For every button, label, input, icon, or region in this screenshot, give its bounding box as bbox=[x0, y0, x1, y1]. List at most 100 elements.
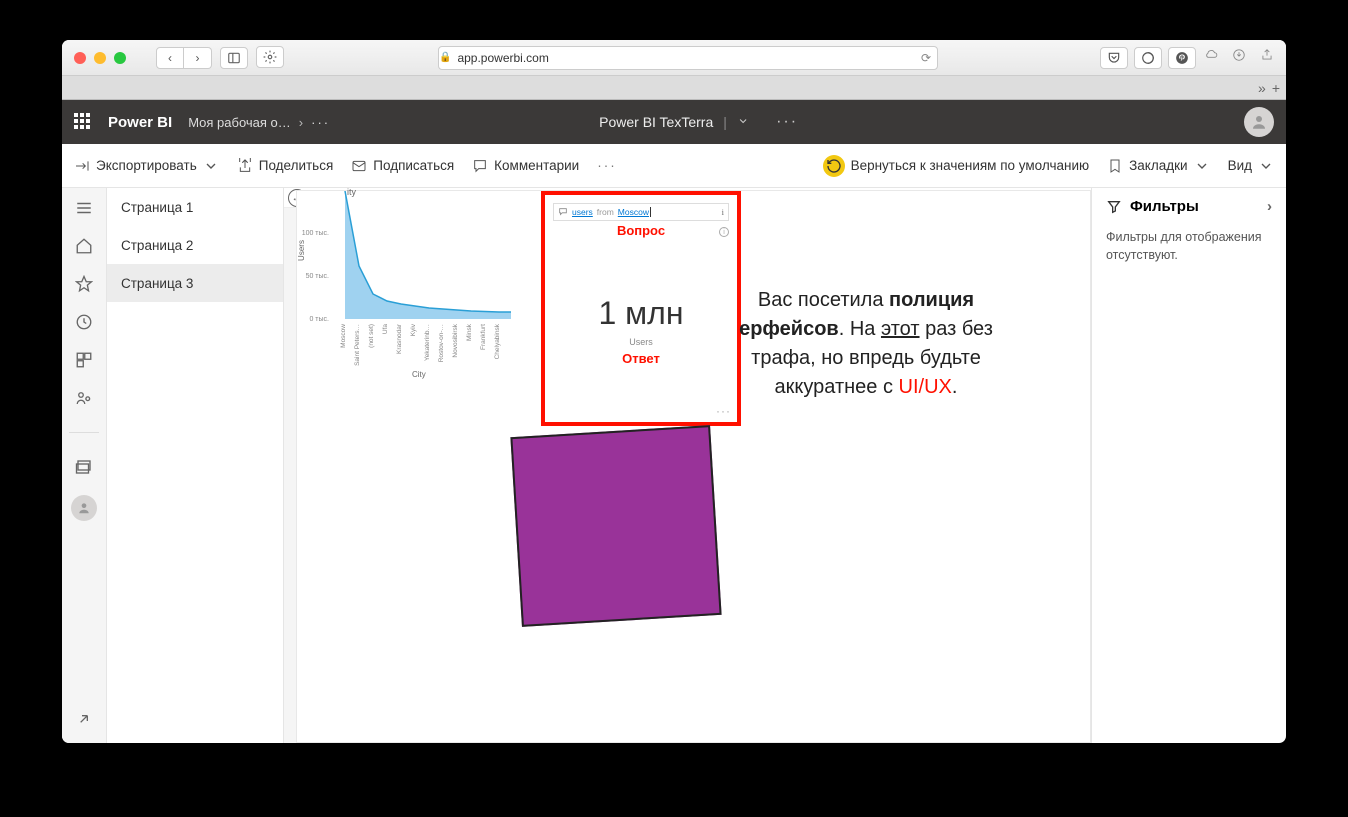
app-title: Power BI bbox=[108, 114, 172, 131]
comments-button[interactable]: Комментарии bbox=[472, 158, 579, 174]
filters-empty-text: Фильтры для отображения отсутствуют. bbox=[1106, 229, 1272, 264]
nav-forward-button[interactable]: › bbox=[184, 47, 212, 69]
apps-icon[interactable] bbox=[74, 350, 94, 370]
svg-text:Kyiv: Kyiv bbox=[410, 323, 417, 336]
info-icon[interactable]: i bbox=[722, 207, 724, 217]
share-button[interactable]: Поделиться bbox=[237, 158, 334, 174]
downloads-icon[interactable] bbox=[1232, 48, 1246, 67]
reset-icon bbox=[823, 155, 845, 177]
pocket-button[interactable] bbox=[1100, 47, 1128, 69]
maximize-window-button[interactable] bbox=[114, 52, 126, 64]
chart-title: ity bbox=[347, 188, 356, 197]
extension-button-1[interactable] bbox=[1134, 47, 1162, 69]
chart-x-label: City bbox=[412, 370, 426, 379]
icloud-icon[interactable] bbox=[1204, 48, 1218, 67]
report-dropdown-button[interactable] bbox=[737, 114, 749, 130]
qa-input[interactable]: users from Moscow i bbox=[553, 203, 729, 221]
qa-answer-sub: Users bbox=[545, 337, 737, 347]
page-tab-2[interactable]: Страница 2 bbox=[107, 226, 283, 264]
report-canvas[interactable]: ity Users 0 тыс. 50 тыс. 100 тыс. Moscow bbox=[296, 190, 1091, 743]
export-button[interactable]: Экспортировать bbox=[74, 158, 219, 174]
browser-toolbar: ‹ › 🔒 app.powerbi.com ⟳ bbox=[62, 40, 1286, 76]
window-controls bbox=[74, 52, 126, 64]
collapse-filters-button[interactable]: › bbox=[1267, 198, 1272, 215]
close-window-button[interactable] bbox=[74, 52, 86, 64]
bookmarks-button[interactable]: Закладки bbox=[1107, 158, 1209, 174]
svg-text:100 тыс.: 100 тыс. bbox=[302, 230, 329, 237]
chevron-right-icon: › bbox=[299, 115, 303, 130]
new-tab-button[interactable]: + bbox=[1272, 80, 1280, 96]
qa-question-label: Вопрос bbox=[545, 223, 737, 238]
svg-text:0 тыс.: 0 тыс. bbox=[309, 316, 329, 323]
page-tab-3[interactable]: Страница 3 bbox=[107, 264, 283, 302]
svg-text:Rostov-on-…: Rostov-on-… bbox=[438, 324, 445, 362]
report-title-center: Power BI TexTerra | bbox=[599, 114, 749, 130]
home-icon[interactable] bbox=[74, 236, 94, 256]
filters-title: Фильтры bbox=[1130, 198, 1199, 215]
tabs-overflow-button[interactable]: » bbox=[1258, 80, 1266, 96]
get-data-icon[interactable] bbox=[74, 709, 94, 729]
nav-back-button[interactable]: ‹ bbox=[156, 47, 184, 69]
svg-text:Yekaterinb…: Yekaterinb… bbox=[424, 324, 431, 361]
favorites-icon[interactable] bbox=[74, 274, 94, 294]
svg-text:Minsk: Minsk bbox=[466, 323, 473, 341]
lock-icon: 🔒 bbox=[439, 52, 451, 63]
breadcrumb-more-button[interactable]: ··· bbox=[311, 115, 330, 130]
header-more-button[interactable]: ··· bbox=[776, 113, 798, 131]
breadcrumb: Моя рабочая о… › ··· bbox=[188, 115, 330, 130]
view-button[interactable]: Вид bbox=[1228, 158, 1274, 174]
menu-icon[interactable] bbox=[74, 198, 94, 218]
workspace-name[interactable]: Моя рабочая о… bbox=[188, 115, 291, 130]
filters-pane: Фильтры › Фильтры для отображения отсутс… bbox=[1091, 188, 1286, 743]
subscribe-button[interactable]: Подписаться bbox=[351, 158, 454, 174]
chart-y-label: Users bbox=[297, 240, 306, 261]
svg-text:Chelyabinsk: Chelyabinsk bbox=[494, 323, 501, 359]
svg-text:50 тыс.: 50 тыс. bbox=[306, 273, 329, 280]
url-bar[interactable]: 🔒 app.powerbi.com ⟳ bbox=[438, 46, 938, 70]
overlay-meme-text: Вас посетила полиция ерфейсов. На этот р… bbox=[737, 286, 995, 402]
qa-visual[interactable]: users from Moscow i Вопрос i 1 млн Users… bbox=[541, 191, 741, 426]
chevron-down-icon bbox=[1258, 158, 1274, 174]
purple-shape[interactable] bbox=[510, 425, 721, 627]
page-list: Страница 1 Страница 2 Страница 3 bbox=[107, 188, 284, 743]
user-avatar[interactable] bbox=[1244, 107, 1274, 137]
report-title-text: Power BI TexTerra bbox=[599, 114, 713, 130]
refresh-icon[interactable]: ⟳ bbox=[921, 51, 937, 65]
minimize-window-button[interactable] bbox=[94, 52, 106, 64]
users-by-city-chart[interactable]: ity Users 0 тыс. 50 тыс. 100 тыс. Moscow bbox=[297, 191, 521, 391]
qa-answer-value: 1 млн bbox=[545, 295, 737, 332]
svg-text:Moscow: Moscow bbox=[340, 324, 347, 348]
sidebar-toggle-button[interactable] bbox=[220, 47, 248, 69]
speech-icon bbox=[558, 207, 568, 217]
powerbi-header: Power BI Моя рабочая о… › ··· Power BI T… bbox=[62, 100, 1286, 144]
reset-button[interactable]: Вернуться к значениям по умолчанию bbox=[823, 155, 1090, 177]
action-bar: Экспортировать Поделиться Подписаться Ко… bbox=[62, 144, 1286, 188]
left-rail bbox=[62, 188, 107, 743]
action-bar-more-button[interactable]: ··· bbox=[597, 158, 617, 173]
main-area: Страница 1 Страница 2 Страница 3 ← ity U… bbox=[62, 188, 1286, 743]
chevron-down-icon bbox=[203, 158, 219, 174]
share-icon[interactable] bbox=[1260, 48, 1274, 67]
filter-icon bbox=[1106, 199, 1122, 215]
settings-button[interactable] bbox=[256, 46, 284, 68]
qa-more-button[interactable]: ··· bbox=[716, 404, 731, 418]
canvas-wrapper: ← ity Users 0 тыс. 50 тыс. 100 тыс. bbox=[284, 188, 1091, 743]
qa-answer-label: Ответ bbox=[545, 351, 737, 366]
svg-text:Ufa: Ufa bbox=[382, 324, 389, 335]
app-launcher-icon[interactable] bbox=[74, 113, 92, 131]
safari-window: ‹ › 🔒 app.powerbi.com ⟳ bbox=[62, 40, 1286, 743]
pinterest-button[interactable] bbox=[1168, 47, 1196, 69]
page-tab-1[interactable]: Страница 1 bbox=[107, 188, 283, 226]
recent-icon[interactable] bbox=[74, 312, 94, 332]
svg-text:Saint Peters…: Saint Peters… bbox=[354, 324, 361, 366]
svg-text:Frankfurt: Frankfurt bbox=[480, 324, 487, 350]
url-text: app.powerbi.com bbox=[457, 51, 548, 65]
svg-text:(not set): (not set) bbox=[368, 324, 375, 348]
svg-text:Krasnodar: Krasnodar bbox=[396, 323, 403, 354]
svg-text:Novosibirsk: Novosibirsk bbox=[452, 323, 459, 357]
qa-info-icon[interactable]: i bbox=[719, 227, 729, 237]
shared-icon[interactable] bbox=[74, 388, 94, 408]
tab-strip: » + bbox=[62, 76, 1286, 100]
workspaces-icon[interactable] bbox=[74, 457, 94, 477]
workspace-avatar-icon[interactable] bbox=[71, 495, 97, 521]
